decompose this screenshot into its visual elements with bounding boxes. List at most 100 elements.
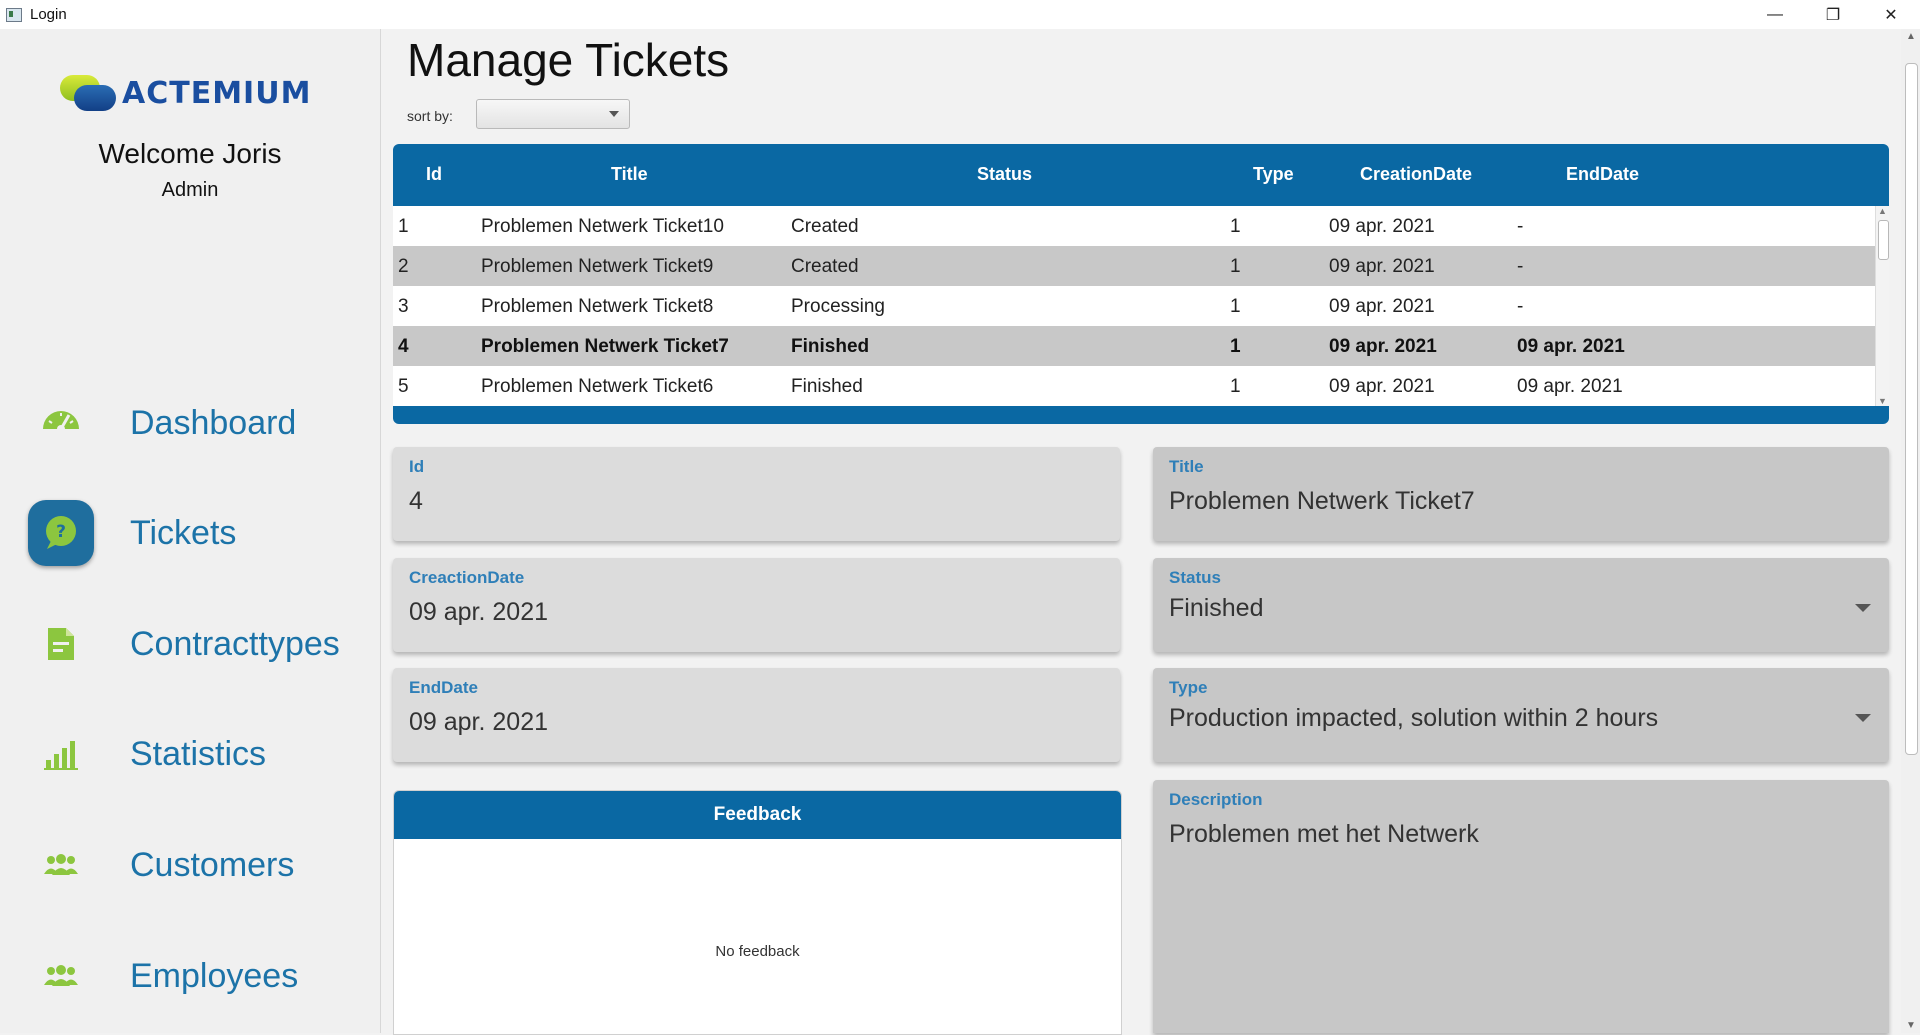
cell-enddate: - bbox=[1517, 296, 1524, 317]
cell-id: 3 bbox=[398, 296, 409, 317]
table-scrollbar[interactable]: ▲ ▼ bbox=[1875, 206, 1889, 406]
cell-status: Created bbox=[791, 216, 859, 237]
scroll-down-icon[interactable]: ▼ bbox=[1906, 1020, 1916, 1031]
nav-item-dashboard[interactable]: Dashboard bbox=[0, 383, 380, 463]
nav-item-tickets[interactable]: ? Tickets bbox=[0, 493, 380, 573]
title-field[interactable]: Title Problemen Netwerk Ticket7 bbox=[1153, 447, 1889, 541]
column-header-title[interactable]: Title bbox=[611, 164, 648, 185]
creationdate-field-label: CreactionDate bbox=[409, 568, 525, 587]
app-icon bbox=[6, 7, 22, 22]
cell-status: Finished bbox=[791, 376, 863, 397]
chevron-down-icon bbox=[609, 111, 619, 117]
id-field[interactable]: Id 4 bbox=[393, 447, 1120, 541]
column-header-creationdate[interactable]: CreationDate bbox=[1360, 164, 1472, 185]
nav-label-employees: Employees bbox=[130, 956, 299, 995]
feedback-panel: Feedback No feedback bbox=[393, 790, 1122, 1035]
nav-label-tickets: Tickets bbox=[130, 513, 237, 552]
description-field-label: Description bbox=[1169, 790, 1263, 809]
cell-type: 1 bbox=[1230, 256, 1241, 277]
table-row[interactable]: 2 Problemen Netwerk Ticket9 Created 1 09… bbox=[393, 246, 1876, 286]
scroll-up-icon[interactable]: ▲ bbox=[1906, 31, 1916, 42]
minimize-button[interactable]: — bbox=[1746, 0, 1804, 29]
cell-enddate: 09 apr. 2021 bbox=[1517, 336, 1625, 357]
nav-item-contracttypes[interactable]: Contracttypes bbox=[0, 604, 380, 684]
page-scrollbar[interactable]: ▲ ▼ bbox=[1901, 29, 1920, 1033]
table-row[interactable]: 3 Problemen Netwerk Ticket8 Processing 1… bbox=[393, 286, 1876, 326]
cell-title: Problemen Netwerk Ticket7 bbox=[481, 336, 729, 357]
cell-title: Problemen Netwerk Ticket10 bbox=[481, 216, 724, 237]
nav-item-customers[interactable]: Customers bbox=[0, 825, 380, 905]
type-select-label: Type bbox=[1169, 678, 1208, 697]
id-field-label: Id bbox=[409, 457, 425, 476]
logo-text: ACTEMIUM bbox=[122, 75, 312, 111]
welcome-text: Welcome Joris bbox=[98, 138, 282, 169]
cell-title: Problemen Netwerk Ticket8 bbox=[481, 296, 714, 317]
status-select-label: Status bbox=[1169, 568, 1221, 587]
sidebar: ACTEMIUM Welcome Joris Admin Dashboard ?… bbox=[0, 29, 381, 1033]
close-button[interactable]: ✕ bbox=[1862, 0, 1920, 29]
users-icon bbox=[28, 832, 94, 898]
id-field-value: 4 bbox=[409, 487, 423, 515]
chevron-down-icon bbox=[1855, 604, 1871, 612]
scroll-up-icon[interactable]: ▲ bbox=[1878, 206, 1887, 216]
nav-label-customers: Customers bbox=[130, 845, 295, 884]
status-select-value: Finished bbox=[1169, 594, 1264, 622]
page-title: Manage Tickets bbox=[407, 34, 730, 86]
table-header: Id Title Status Type CreationDate EndDat… bbox=[393, 144, 1889, 206]
document-icon bbox=[28, 611, 94, 677]
page-scroll-thumb[interactable] bbox=[1905, 63, 1918, 755]
feedback-empty-text: No feedback bbox=[715, 943, 800, 960]
column-header-id[interactable]: Id bbox=[426, 164, 442, 185]
sort-select[interactable] bbox=[476, 99, 630, 129]
column-header-type[interactable]: Type bbox=[1253, 164, 1294, 185]
cell-creationdate: 09 apr. 2021 bbox=[1329, 256, 1435, 277]
nav-label-statistics: Statistics bbox=[130, 734, 267, 773]
cell-enddate: - bbox=[1517, 256, 1524, 277]
cell-title: Problemen Netwerk Ticket9 bbox=[481, 256, 714, 277]
bar-chart-icon bbox=[28, 721, 94, 787]
nav-item-employees[interactable]: Employees bbox=[0, 936, 380, 1016]
table-row-selected[interactable]: 4 Problemen Netwerk Ticket7 Finished 1 0… bbox=[393, 326, 1876, 366]
actemium-logo: ACTEMIUM bbox=[60, 73, 311, 113]
nav-label-dashboard: Dashboard bbox=[130, 403, 297, 442]
user-role: Admin bbox=[161, 179, 219, 201]
scroll-thumb[interactable] bbox=[1878, 220, 1889, 260]
description-field-value: Problemen met het Netwerk bbox=[1169, 820, 1479, 848]
cell-type: 1 bbox=[1230, 296, 1241, 317]
cell-title: Problemen Netwerk Ticket6 bbox=[481, 376, 714, 397]
cell-enddate: - bbox=[1517, 216, 1524, 237]
creationdate-field[interactable]: CreactionDate 09 apr. 2021 bbox=[393, 558, 1120, 652]
enddate-field-value: 09 apr. 2021 bbox=[409, 708, 549, 736]
table-row[interactable]: 5 Problemen Netwerk Ticket6 Finished 1 0… bbox=[393, 366, 1876, 406]
column-header-enddate[interactable]: EndDate bbox=[1566, 164, 1639, 185]
scroll-down-icon[interactable]: ▼ bbox=[1878, 396, 1887, 406]
description-field[interactable]: Description Problemen met het Netwerk bbox=[1153, 780, 1889, 1033]
cell-enddate: 09 apr. 2021 bbox=[1517, 376, 1623, 397]
feedback-header: Feedback bbox=[394, 791, 1121, 839]
table-row[interactable]: 1 Problemen Netwerk Ticket10 Created 1 0… bbox=[393, 206, 1876, 246]
cell-type: 1 bbox=[1230, 376, 1241, 397]
title-field-label: Title bbox=[1169, 457, 1204, 476]
main-content: Manage Tickets sort by: Id Title Status … bbox=[381, 29, 1901, 1035]
cell-type: 1 bbox=[1230, 216, 1241, 237]
restore-button[interactable]: ❐ bbox=[1804, 0, 1862, 29]
status-select[interactable]: Status Finished bbox=[1153, 558, 1889, 652]
column-header-status[interactable]: Status bbox=[977, 164, 1032, 185]
cell-id: 2 bbox=[398, 256, 409, 277]
enddate-field[interactable]: EndDate 09 apr. 2021 bbox=[393, 668, 1120, 762]
nav-item-statistics[interactable]: Statistics bbox=[0, 714, 380, 794]
type-select[interactable]: Type Production impacted, solution withi… bbox=[1153, 668, 1889, 762]
sort-label: sort by: bbox=[407, 108, 453, 124]
table-footer bbox=[393, 406, 1889, 424]
title-field-value: Problemen Netwerk Ticket7 bbox=[1169, 487, 1475, 515]
users-icon bbox=[28, 943, 94, 1009]
cell-id: 1 bbox=[398, 216, 409, 237]
svg-text:?: ? bbox=[56, 522, 66, 542]
cell-id: 5 bbox=[398, 376, 409, 397]
window-controls: — ❐ ✕ bbox=[1746, 0, 1920, 29]
window-title: Login bbox=[30, 6, 67, 23]
speedometer-icon bbox=[28, 390, 94, 456]
cell-creationdate: 09 apr. 2021 bbox=[1329, 216, 1435, 237]
cell-status: Processing bbox=[791, 296, 885, 317]
tickets-table: Id Title Status Type CreationDate EndDat… bbox=[393, 144, 1889, 456]
